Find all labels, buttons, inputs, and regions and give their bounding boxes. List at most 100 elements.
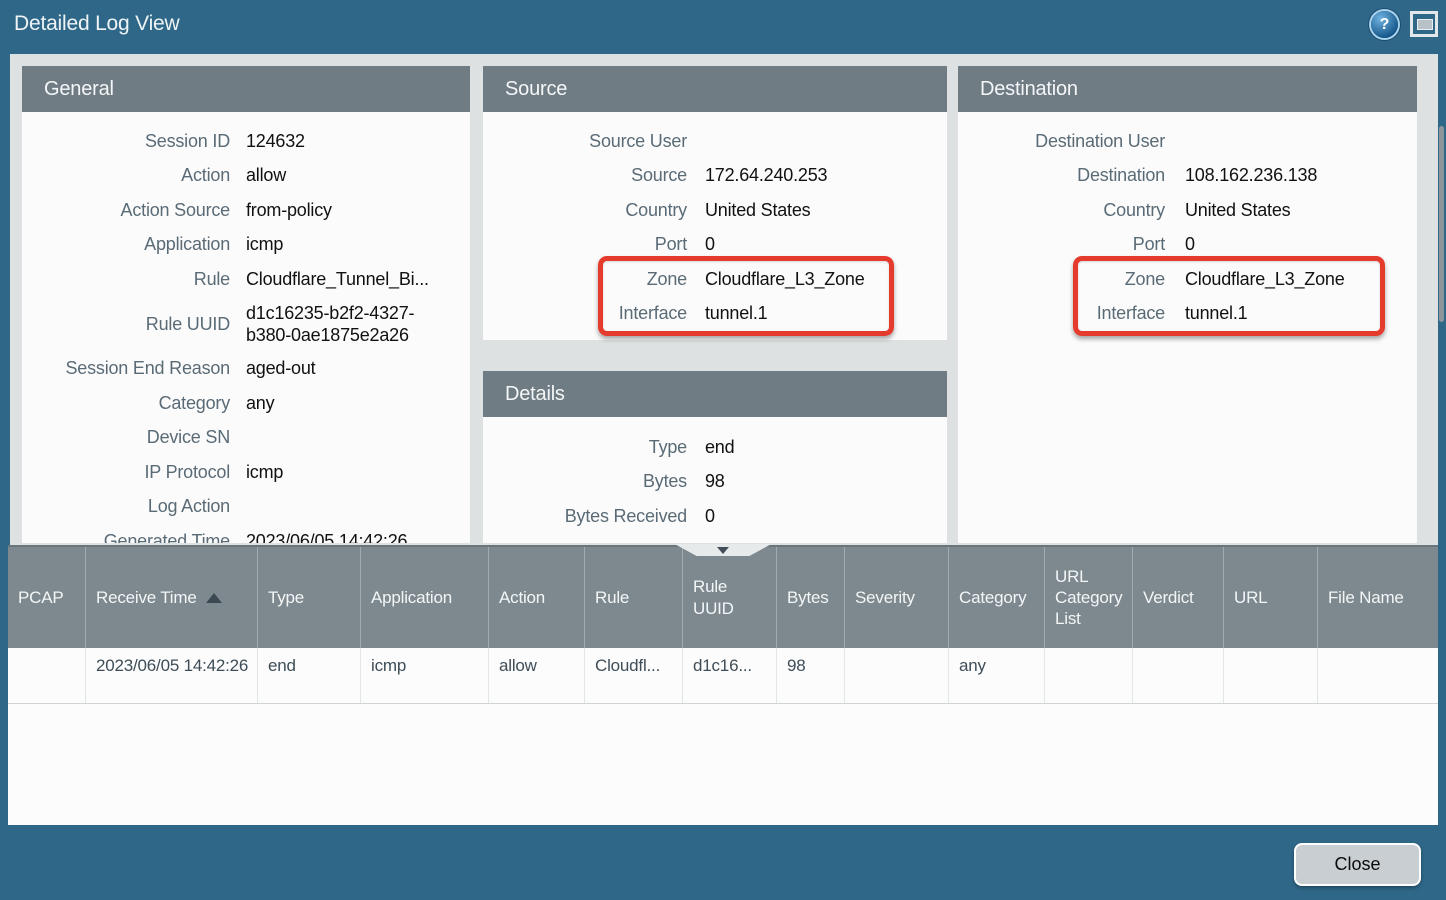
vertical-scrollbar[interactable] — [1430, 112, 1446, 598]
field-label: Rule — [22, 269, 230, 290]
cell-type: end — [257, 648, 360, 703]
field-interface: Interface tunnel.1 — [483, 297, 947, 332]
field-ip-protocol: IP Protocol icmp — [22, 455, 470, 490]
field-rule-uuid: Rule UUID d1c16235-b2f2-4327-b380-0ae1875… — [22, 297, 470, 352]
details-panel-header: Details — [483, 371, 947, 417]
field-label: Source User — [483, 131, 687, 152]
column-header-category[interactable]: Category — [948, 547, 1044, 648]
column-header-verdict[interactable]: Verdict — [1132, 547, 1223, 648]
column-label: Verdict — [1143, 587, 1194, 608]
field-label: Source — [483, 165, 687, 186]
column-header-type[interactable]: Type — [257, 547, 360, 648]
close-button[interactable]: Close — [1294, 843, 1421, 886]
field-value: allow — [246, 165, 286, 186]
column-header-rule[interactable]: Rule — [584, 547, 682, 648]
field-device-sn: Device SN — [22, 421, 470, 456]
destination-panel-header: Destination — [958, 66, 1417, 112]
field-value: 0 — [1185, 234, 1195, 255]
field-label: Zone — [958, 269, 1165, 290]
field-source-user: Source User — [483, 124, 947, 159]
sort-ascending-icon — [206, 593, 222, 603]
scrollbar-thumb[interactable] — [1439, 126, 1444, 322]
field-value: end — [705, 437, 734, 458]
column-label: URL — [1234, 587, 1267, 608]
cell-verdict — [1132, 648, 1223, 703]
cell-bytes: 98 — [776, 648, 844, 703]
column-header-pcap[interactable]: PCAP — [8, 547, 85, 648]
column-header-severity[interactable]: Severity — [844, 547, 948, 648]
column-label: Action — [499, 587, 545, 608]
column-header-action[interactable]: Action — [488, 547, 584, 648]
column-header-application[interactable]: Application — [360, 547, 488, 648]
field-label: Session ID — [22, 131, 230, 152]
field-port: Port0 — [483, 228, 947, 263]
field-value: any — [246, 393, 274, 414]
log-table-row[interactable]: 2023/06/05 14:42:26 end icmp allow Cloud… — [8, 648, 1438, 704]
field-type: Typeend — [483, 430, 947, 465]
field-label: Session End Reason — [22, 358, 230, 379]
field-application: Applicationicmp — [22, 228, 470, 263]
field-action-source: Action Source from-policy — [22, 193, 470, 228]
field-label: Category — [22, 393, 230, 414]
field-session-end-reason: Session End Reasonaged-out — [22, 352, 470, 387]
field-label: Application — [22, 234, 230, 255]
column-header-rule-uuid[interactable]: Rule UUID — [682, 547, 776, 648]
details-panel: Details Typeend Bytes98 Bytes Received0 — [483, 371, 947, 543]
column-header-file-name[interactable]: File Name — [1317, 547, 1438, 648]
column-label: Severity — [855, 587, 915, 608]
field-action: Action allow — [22, 159, 470, 194]
column-header-url[interactable]: URL — [1223, 547, 1317, 648]
field-country: Country United States — [483, 193, 947, 228]
field-value: tunnel.1 — [705, 303, 767, 324]
log-table: PCAP Receive Time Type Application Actio… — [8, 545, 1438, 825]
column-label: Rule UUID — [693, 576, 768, 619]
field-value: United States — [705, 200, 810, 221]
field-value: 0 — [705, 506, 715, 527]
column-header-bytes[interactable]: Bytes — [776, 547, 844, 648]
column-label: Category — [959, 587, 1026, 608]
field-label: Action Source — [22, 200, 230, 221]
field-value: from-policy — [246, 200, 332, 221]
field-label: Destination — [958, 165, 1165, 186]
field-label: Destination User — [958, 131, 1165, 152]
column-label: URL Category List — [1055, 566, 1124, 630]
field-label: Rule UUID — [22, 314, 230, 335]
destination-panel: Destination Destination User Destination… — [958, 66, 1417, 543]
field-label: Device SN — [22, 427, 230, 448]
field-label: Generated Time — [22, 531, 230, 543]
cell-application: icmp — [360, 648, 488, 703]
field-label: Action — [22, 165, 230, 186]
maximize-icon[interactable] — [1410, 11, 1438, 37]
column-label: Application — [371, 587, 452, 608]
field-zone: ZoneCloudflare_L3_Zone — [483, 262, 947, 297]
field-label: Country — [958, 200, 1165, 221]
column-label: Receive Time — [96, 587, 197, 608]
field-zone: ZoneCloudflare_L3_Zone — [958, 262, 1417, 297]
help-icon[interactable]: ? — [1371, 11, 1398, 38]
field-value: 124632 — [246, 131, 305, 152]
cell-category: any — [948, 648, 1044, 703]
cell-url-category-list — [1044, 648, 1132, 703]
cell-action: allow — [488, 648, 584, 703]
cell-url — [1223, 648, 1317, 703]
field-port: Port 0 — [958, 228, 1417, 263]
field-value: tunnel.1 — [1185, 303, 1247, 324]
cell-file-name — [1317, 648, 1438, 703]
source-panel-header: Source — [483, 66, 947, 112]
field-label: Port — [958, 234, 1165, 255]
field-label: Interface — [483, 303, 687, 324]
field-value: Cloudflare_Tunnel_Bi... — [246, 269, 429, 290]
field-generated-time: Generated Time2023/06/05 14:42:26 — [22, 524, 470, 543]
field-destination: Destination108.162.236.138 — [958, 159, 1417, 194]
field-value: icmp — [246, 462, 283, 483]
column-label: Type — [268, 587, 304, 608]
field-value: 172.64.240.253 — [705, 165, 827, 186]
field-value: United States — [1185, 200, 1290, 221]
column-header-receive-time[interactable]: Receive Time — [85, 547, 257, 648]
field-value: d1c16235-b2f2-4327-b380-0ae1875e2a26 — [246, 302, 431, 347]
field-log-action: Log Action — [22, 490, 470, 525]
titlebar-icons: ? — [1371, 0, 1438, 48]
column-header-url-category-list[interactable]: URL Category List — [1044, 547, 1132, 648]
field-label: Country — [483, 200, 687, 221]
field-label: IP Protocol — [22, 462, 230, 483]
